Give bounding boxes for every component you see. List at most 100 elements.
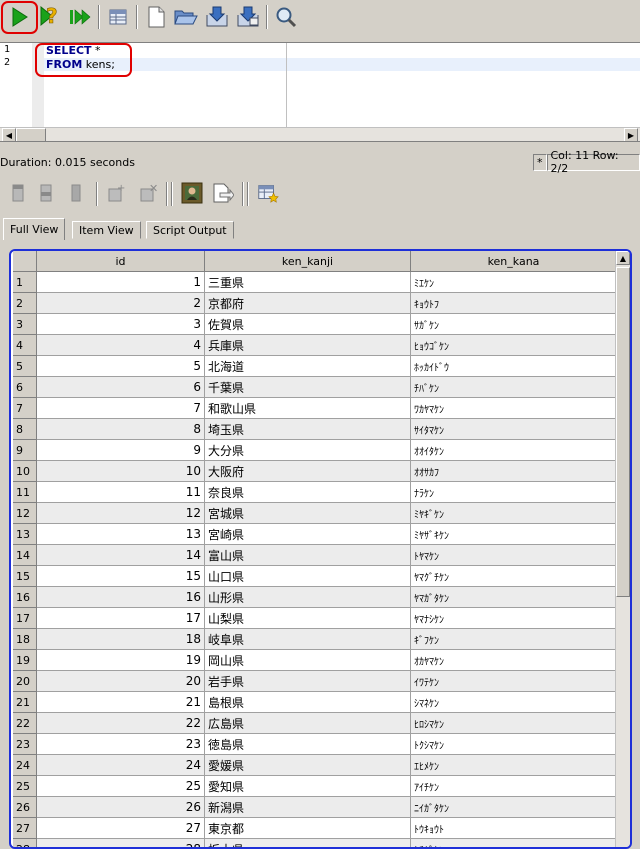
cell-ken-kanji[interactable]: 佐賀県 <box>205 314 411 335</box>
cell-ken-kana[interactable]: ｵｵｻｶﾌ <box>411 461 617 482</box>
row-number[interactable]: 27 <box>13 818 37 839</box>
cell-id[interactable]: 4 <box>37 335 205 356</box>
new-file-button[interactable] <box>142 3 170 31</box>
prev-record-button[interactable] <box>34 180 58 206</box>
cell-ken-kana[interactable]: ﾔﾏﾅｼｹﾝ <box>411 608 617 629</box>
row-number[interactable]: 11 <box>13 482 37 503</box>
cell-ken-kanji[interactable]: 三重県 <box>205 272 411 293</box>
cell-id[interactable]: 12 <box>37 503 205 524</box>
cell-ken-kana[interactable]: ｴﾋﾒｹﾝ <box>411 755 617 776</box>
cell-id[interactable]: 11 <box>37 482 205 503</box>
run-button[interactable] <box>5 3 33 31</box>
cell-id[interactable]: 15 <box>37 566 205 587</box>
cell-id[interactable]: 3 <box>37 314 205 335</box>
cell-ken-kanji[interactable]: 岩手県 <box>205 671 411 692</box>
row-number[interactable]: 8 <box>13 419 37 440</box>
grid-corner[interactable] <box>13 251 37 272</box>
table-row[interactable]: 55北海道ﾎｯｶｲﾄﾞｳ <box>13 356 617 377</box>
save-button[interactable] <box>203 3 231 31</box>
cell-ken-kanji[interactable]: 兵庫県 <box>205 335 411 356</box>
table-row[interactable]: 2828栃木県ﾄﾁｷﾞｹﾝ <box>13 839 617 849</box>
cell-id[interactable]: 13 <box>37 524 205 545</box>
row-number[interactable]: 17 <box>13 608 37 629</box>
cell-id[interactable]: 7 <box>37 398 205 419</box>
cell-ken-kanji[interactable]: 愛媛県 <box>205 755 411 776</box>
cell-ken-kanji[interactable]: 宮崎県 <box>205 524 411 545</box>
column-header-id[interactable]: id <box>37 251 205 272</box>
row-number[interactable]: 4 <box>13 335 37 356</box>
cell-ken-kanji[interactable]: 徳島県 <box>205 734 411 755</box>
cell-id[interactable]: 1 <box>37 272 205 293</box>
run-script-button[interactable] <box>66 3 94 31</box>
export-button[interactable] <box>210 180 234 206</box>
cell-ken-kanji[interactable]: 広島県 <box>205 713 411 734</box>
next-record-button[interactable] <box>64 180 88 206</box>
row-number[interactable]: 20 <box>13 671 37 692</box>
cell-ken-kanji[interactable]: 京都府 <box>205 293 411 314</box>
table-row[interactable]: 1515山口県ﾔﾏｸﾞﾁｹﾝ <box>13 566 617 587</box>
cell-ken-kana[interactable]: ﾔﾏｶﾞﾀｹﾝ <box>411 587 617 608</box>
cell-id[interactable]: 26 <box>37 797 205 818</box>
cell-ken-kanji[interactable]: 愛知県 <box>205 776 411 797</box>
table-row[interactable]: 33佐賀県ｻｶﾞｹﾝ <box>13 314 617 335</box>
row-number[interactable]: 9 <box>13 440 37 461</box>
cell-id[interactable]: 2 <box>37 293 205 314</box>
cell-ken-kana[interactable]: ｲﾜﾃｹﾝ <box>411 671 617 692</box>
table-row[interactable]: 2525愛知県ｱｲﾁｹﾝ <box>13 776 617 797</box>
row-number[interactable]: 6 <box>13 377 37 398</box>
table-row[interactable]: 1212宮城県ﾐﾔｷﾞｹﾝ <box>13 503 617 524</box>
cell-ken-kanji[interactable]: 大分県 <box>205 440 411 461</box>
cell-ken-kanji[interactable]: 岡山県 <box>205 650 411 671</box>
table-row[interactable]: 22京都府ｷｮｳﾄﾌ <box>13 293 617 314</box>
cell-id[interactable]: 24 <box>37 755 205 776</box>
cell-ken-kana[interactable]: ﾐﾔｻﾞｷｹﾝ <box>411 524 617 545</box>
table-row[interactable]: 1010大阪府ｵｵｻｶﾌ <box>13 461 617 482</box>
table-row[interactable]: 77和歌山県ﾜｶﾔﾏｹﾝ <box>13 398 617 419</box>
cell-ken-kana[interactable]: ﾐﾔｷﾞｹﾝ <box>411 503 617 524</box>
delete-record-button[interactable]: ✕ <box>136 180 160 206</box>
cell-id[interactable]: 18 <box>37 629 205 650</box>
row-number[interactable]: 28 <box>13 839 37 849</box>
cell-ken-kana[interactable]: ﾐｴｹﾝ <box>411 272 617 293</box>
editor-horizontal-scrollbar[interactable]: ◀ ▶ <box>0 127 640 142</box>
cell-id[interactable]: 5 <box>37 356 205 377</box>
save-as-button[interactable] <box>234 3 262 31</box>
cell-ken-kanji[interactable]: 島根県 <box>205 692 411 713</box>
table-row[interactable]: 88埼玉県ｻｲﾀﾏｹﾝ <box>13 419 617 440</box>
cell-id[interactable]: 14 <box>37 545 205 566</box>
cell-id[interactable]: 27 <box>37 818 205 839</box>
first-record-button[interactable] <box>6 180 30 206</box>
open-button[interactable] <box>172 3 200 31</box>
grid-settings-button[interactable] <box>256 180 280 206</box>
cell-id[interactable]: 10 <box>37 461 205 482</box>
table-row[interactable]: 1818岐阜県ｷﾞﾌｹﾝ <box>13 629 617 650</box>
table-row[interactable]: 2626新潟県ﾆｲｶﾞﾀｹﾝ <box>13 797 617 818</box>
table-row[interactable]: 2222広島県ﾋﾛｼﾏｹﾝ <box>13 713 617 734</box>
cell-ken-kanji[interactable]: 岐阜県 <box>205 629 411 650</box>
cell-ken-kana[interactable]: ｻｲﾀﾏｹﾝ <box>411 419 617 440</box>
table-row[interactable]: 66千葉県ﾁﾊﾞｹﾝ <box>13 377 617 398</box>
cell-ken-kana[interactable]: ｼﾏﾈｹﾝ <box>411 692 617 713</box>
cell-ken-kana[interactable]: ﾄｳｷｮｳﾄ <box>411 818 617 839</box>
row-number[interactable]: 13 <box>13 524 37 545</box>
cell-id[interactable]: 8 <box>37 419 205 440</box>
column-header-ken-kanji[interactable]: ken_kanji <box>205 251 411 272</box>
scroll-thumb[interactable] <box>616 267 630 597</box>
cell-ken-kana[interactable]: ﾄﾔﾏｹﾝ <box>411 545 617 566</box>
tab-full-view[interactable]: Full View <box>3 218 65 240</box>
cell-id[interactable]: 23 <box>37 734 205 755</box>
cell-id[interactable]: 21 <box>37 692 205 713</box>
cell-id[interactable]: 25 <box>37 776 205 797</box>
cell-ken-kanji[interactable]: 山梨県 <box>205 608 411 629</box>
table-row[interactable]: 2121島根県ｼﾏﾈｹﾝ <box>13 692 617 713</box>
grid-vertical-scrollbar[interactable]: ▲ <box>615 251 630 849</box>
cell-id[interactable]: 17 <box>37 608 205 629</box>
row-number[interactable]: 23 <box>13 734 37 755</box>
grid-button[interactable] <box>104 3 132 31</box>
scroll-right-icon[interactable]: ▶ <box>624 128 638 142</box>
scroll-up-icon[interactable]: ▲ <box>616 251 630 265</box>
row-number[interactable]: 21 <box>13 692 37 713</box>
column-header-ken-kana[interactable]: ken_kana <box>411 251 617 272</box>
table-row[interactable]: 2727東京都ﾄｳｷｮｳﾄ <box>13 818 617 839</box>
scroll-left-icon[interactable]: ◀ <box>2 128 16 142</box>
